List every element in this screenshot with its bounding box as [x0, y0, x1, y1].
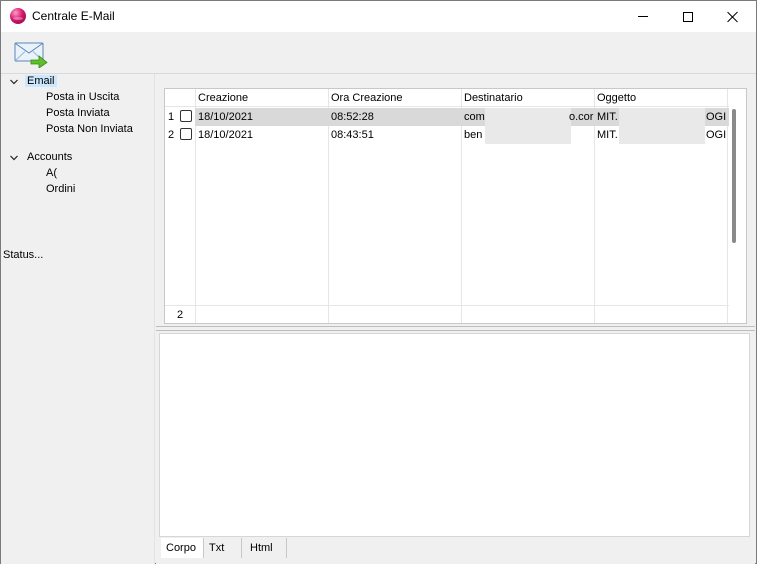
tree-node-posta-non-inviata[interactable]: Posta Non Inviata [46, 123, 133, 138]
cell-destinatario-end: o.cor [569, 111, 594, 123]
cell-oggetto-start: MIT. [597, 129, 618, 141]
maximize-button[interactable] [665, 1, 711, 32]
minimize-icon [638, 16, 648, 17]
title-bar: Centrale E-Mail [1, 1, 756, 32]
table-row[interactable]: 2 18/10/2021 08:43:51 ben MIT. OGI [165, 126, 729, 144]
main-window: Centrale E-Mail Email Posta in Uscita Po… [0, 0, 757, 564]
row-count: 2 [177, 309, 184, 321]
cell-creazione: 18/10/2021 [198, 129, 254, 141]
redacted-block [485, 126, 571, 144]
tab-corpo[interactable]: Corpo [161, 538, 204, 558]
cell-creazione: 18/10/2021 [198, 111, 254, 123]
table-footer: 2 [165, 305, 729, 323]
window-title: Centrale E-Mail [32, 9, 115, 23]
column-header-creazione[interactable]: Creazione [198, 92, 248, 104]
cell-oggetto-end: OGI [706, 111, 727, 123]
row-number: 2 [168, 129, 175, 141]
table-header: Creazione Ora Creazione Destinatario Ogg… [165, 89, 729, 107]
pane-splitter[interactable] [156, 326, 755, 331]
tree-node-email-label: Email [25, 75, 57, 87]
cell-ora-creazione: 08:43:51 [331, 129, 374, 141]
chevron-down-icon[interactable] [10, 78, 18, 86]
status-text: Status... [3, 249, 44, 261]
tree-node-ordini[interactable]: Ordini [46, 183, 75, 198]
row-checkbox[interactable] [180, 110, 192, 122]
folder-tree: Email Posta in Uscita Posta Inviata Post… [1, 74, 154, 564]
close-icon [727, 11, 739, 23]
cell-oggetto-start: MIT. [597, 111, 618, 123]
table-row[interactable]: 1 18/10/2021 08:52:28 com o.cor MIT. OGI [165, 108, 729, 126]
redacted-block [619, 108, 705, 126]
message-preview-pane[interactable] [159, 333, 750, 537]
close-button[interactable] [710, 1, 756, 32]
sidebar-separator[interactable] [154, 74, 155, 564]
cell-destinatario-start: ben [464, 129, 483, 141]
column-header-ora-creazione[interactable]: Ora Creazione [331, 92, 403, 104]
redacted-block [619, 126, 705, 144]
column-header-destinatario[interactable]: Destinatario [464, 92, 523, 104]
minimize-button[interactable] [620, 1, 666, 32]
tree-node-posta-inviata[interactable]: Posta Inviata [46, 107, 110, 122]
column-header-oggetto[interactable]: Oggetto [597, 92, 636, 104]
row-number: 1 [168, 111, 175, 123]
tree-node-email[interactable]: Email [25, 75, 57, 90]
maximize-icon [683, 11, 693, 22]
cell-ora-creazione: 08:52:28 [331, 111, 374, 123]
tree-node-accounts[interactable]: Accounts [27, 151, 72, 166]
tab-txt[interactable]: Txt [204, 538, 242, 558]
send-mail-icon[interactable] [14, 41, 48, 68]
cell-oggetto-end: OGI [706, 129, 727, 141]
vertical-scrollbar[interactable] [732, 109, 736, 243]
tree-node-account-a[interactable]: A( [46, 167, 57, 182]
main-content: Creazione Ora Creazione Destinatario Ogg… [156, 74, 755, 564]
tab-html[interactable]: Html [245, 538, 287, 558]
email-table: Creazione Ora Creazione Destinatario Ogg… [164, 88, 747, 324]
chevron-down-icon[interactable] [10, 154, 18, 162]
row-checkbox[interactable] [180, 128, 192, 140]
cell-destinatario-start: com [464, 111, 485, 123]
toolbar [1, 32, 756, 73]
tree-node-posta-in-uscita[interactable]: Posta in Uscita [46, 91, 119, 106]
app-logo-icon [10, 8, 26, 24]
redacted-block [485, 108, 571, 126]
